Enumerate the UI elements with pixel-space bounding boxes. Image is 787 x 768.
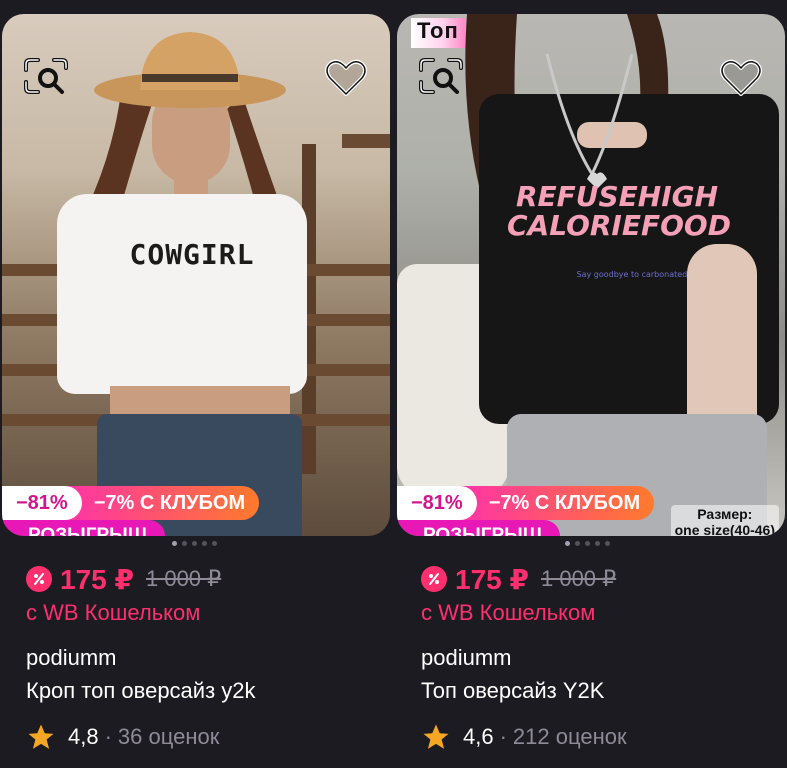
image-search-icon[interactable] (22, 52, 70, 100)
carousel-dot (212, 541, 217, 546)
carousel-dots (172, 541, 217, 546)
product-photo[interactable]: COWGIRL −81% −7% С КЛУБОМ РОЗЫГРЫШ (2, 14, 390, 536)
club-discount-badge: −7% С КЛУБОМ (63, 486, 260, 520)
size-value: one size(40-46) (674, 522, 775, 536)
discount-badge: −81% (397, 486, 477, 520)
brand-name[interactable]: podiumm (26, 645, 116, 671)
rating-value: 4,6 (463, 724, 494, 749)
promo-badges: −81% −7% С КЛУБОМ (2, 486, 260, 520)
carousel-dot (565, 541, 570, 546)
club-discount-badge: −7% С КЛУБОМ (458, 486, 655, 520)
top-label: Топ (411, 18, 465, 48)
star-icon (423, 724, 449, 749)
wallet-note: с WB Кошельком (26, 600, 201, 625)
brand-name[interactable]: podiumm (421, 645, 511, 671)
percent-badge-icon (421, 566, 447, 592)
wallet-note: с WB Кошельком (421, 600, 596, 625)
reviews-count: 36 оценок (117, 724, 220, 749)
price: 175 ₽ (455, 563, 529, 595)
carousel-dots (565, 541, 610, 546)
rating-value: 4,8 (68, 724, 99, 749)
rating-row: 4,8 · 36 оценок (26, 722, 219, 752)
percent-badge-icon (26, 566, 52, 592)
price: 175 ₽ (60, 563, 134, 595)
product-card-1[interactable]: COWGIRL −81% −7% С КЛУБОМ РОЗЫГРЫШ 175 ₽… (2, 0, 390, 768)
heart-outline-icon[interactable] (717, 54, 765, 102)
separator: · (104, 724, 112, 749)
carousel-dot (605, 541, 610, 546)
size-note: Размер: one size(40-46) (670, 505, 779, 536)
shirt-print: COWGIRL (129, 238, 255, 271)
promo-badges: −81% −7% С КЛУБОМ (397, 486, 655, 520)
product-title[interactable]: Кроп топ оверсайз y2k (26, 678, 256, 704)
carousel-dot (192, 541, 197, 546)
price-row: 175 ₽ 1 000 ₽ (26, 562, 221, 596)
raffle-badge: РОЗЫГРЫШ (2, 520, 165, 536)
product-title[interactable]: Топ оверсайз Y2K (421, 678, 604, 704)
carousel-dot (182, 541, 187, 546)
product-card-2[interactable]: REFUSEHIGH CALORIEFOOD Say goodbye to ca… (397, 0, 785, 768)
old-price: 1 000 ₽ (540, 566, 617, 591)
cowboy-hat (94, 32, 286, 108)
carousel-dot (575, 541, 580, 546)
reviews-count: 212 оценок (512, 724, 627, 749)
raffle-badge: РОЗЫГРЫШ (397, 520, 560, 536)
rating-row: 4,6 · 212 оценок (421, 722, 627, 752)
image-search-icon[interactable] (417, 52, 465, 100)
carousel-dot (585, 541, 590, 546)
carousel-dot (202, 541, 207, 546)
carousel-dot (172, 541, 177, 546)
star-icon (28, 724, 54, 749)
discount-badge: −81% (2, 486, 82, 520)
product-photo[interactable]: REFUSEHIGH CALORIEFOOD Say goodbye to ca… (397, 14, 785, 536)
separator: · (499, 724, 507, 749)
heart-outline-icon[interactable] (322, 54, 370, 102)
old-price: 1 000 ₽ (145, 566, 222, 591)
white-tshirt (57, 194, 307, 394)
price-row: 175 ₽ 1 000 ₽ (421, 562, 616, 596)
carousel-dot (595, 541, 600, 546)
shirt-print: REFUSEHIGH CALORIEFOOD (507, 180, 731, 243)
size-label: Размер: (697, 506, 753, 522)
